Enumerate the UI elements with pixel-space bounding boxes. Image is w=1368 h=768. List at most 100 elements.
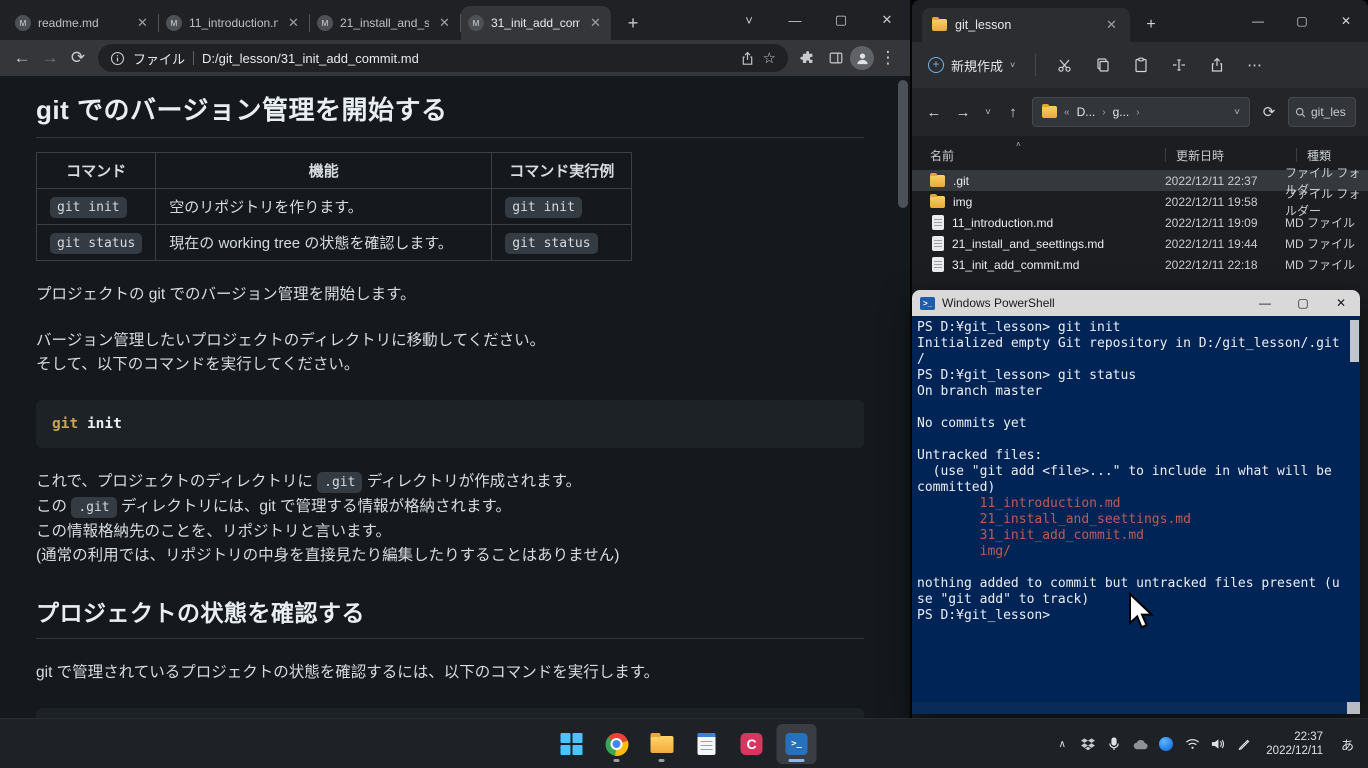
chevron-down-icon[interactable]: ˅ — [1234, 107, 1240, 118]
chrome-icon — [605, 733, 628, 756]
console-line: PS D:¥git_lesson> git status — [917, 368, 1344, 384]
clock-date: 2022/12/11 — [1266, 744, 1323, 758]
console-output[interactable]: PS D:¥git_lesson> git init Initialized e… — [912, 316, 1360, 714]
reload-icon[interactable]: ⟳ — [64, 44, 92, 72]
inline-code: git init — [50, 197, 127, 218]
close-button[interactable]: ✕ — [864, 0, 910, 40]
tab-search-button[interactable]: ˅ — [726, 0, 772, 40]
close-button[interactable]: ✕ — [1322, 290, 1360, 316]
chevron-right-icon: › — [1136, 107, 1139, 118]
minimize-button[interactable]: — — [772, 0, 818, 40]
wifi-icon[interactable] — [1184, 738, 1200, 750]
volume-icon[interactable] — [1210, 738, 1226, 750]
dropbox-icon[interactable] — [1080, 738, 1096, 751]
side-panel-icon[interactable] — [822, 44, 850, 72]
maximize-button[interactable]: ▢ — [1284, 290, 1322, 316]
paragraph: git で管理されているプロジェクトの状態を確認するには、以下のコマンドを実行し… — [36, 661, 864, 685]
chevron-down-icon[interactable]: ˅ — [982, 107, 994, 118]
taskbar-chrome-icon[interactable] — [597, 724, 637, 764]
taskbar-notepad-icon[interactable] — [687, 724, 727, 764]
tab-close-icon[interactable]: ✕ — [587, 15, 604, 32]
taskbar-clock[interactable]: 22:37 2022/12/11 — [1266, 730, 1323, 758]
column-header-type[interactable]: 種類 — [1307, 147, 1368, 164]
mic-icon[interactable] — [1106, 737, 1122, 751]
cut-icon[interactable] — [1056, 56, 1074, 74]
browser-menu-icon[interactable]: ⋮ — [874, 44, 902, 72]
back-icon[interactable]: ← — [924, 104, 944, 121]
console-line — [917, 432, 1344, 448]
page-info-icon[interactable] — [110, 51, 125, 66]
console-line — [917, 400, 1344, 416]
taskbar-powershell-icon[interactable]: >_ — [777, 724, 817, 764]
search-text: git_les — [1311, 105, 1346, 119]
scrollbar-thumb[interactable] — [898, 80, 908, 208]
bookmark-star-icon[interactable]: ☆ — [763, 49, 776, 67]
table-cell-text: 現在の working tree の状態を確認します。 — [169, 235, 453, 252]
explorer-tab[interactable]: git_lesson ✕ — [922, 8, 1130, 42]
file-row-introduction[interactable]: 11_introduction.md 2022/12/11 19:09 MD フ… — [912, 212, 1368, 233]
column-header-name[interactable]: 名前 — [930, 147, 1165, 164]
tab-close-icon[interactable]: ✕ — [1103, 17, 1120, 34]
inline-code: .git — [71, 497, 116, 518]
rename-icon[interactable] — [1170, 56, 1188, 74]
copy-icon[interactable] — [1094, 56, 1112, 74]
file-row-init-add-commit[interactable]: 31_init_add_commit.md 2022/12/11 22:18 M… — [912, 254, 1368, 275]
console-line: nothing added to commit but untracked fi… — [917, 576, 1344, 592]
refresh-icon[interactable]: ⟳ — [1259, 103, 1279, 121]
cloud-icon[interactable] — [1132, 739, 1148, 750]
breadcrumb[interactable]: « D... › g... › ˅ — [1032, 97, 1250, 127]
minimize-button[interactable]: — — [1236, 0, 1280, 42]
breadcrumb-overflow-icon[interactable]: « — [1064, 107, 1070, 118]
desktop: M readme.md ✕ M 11_introduction.md ✕ M 2… — [0, 0, 1368, 768]
new-tab-button[interactable]: + — [619, 9, 647, 37]
taskbar-explorer-icon[interactable] — [642, 724, 682, 764]
new-item-button[interactable]: + 新規作成 ˅ — [928, 56, 1015, 75]
browser-tab-introduction[interactable]: M 11_introduction.md ✕ — [159, 6, 309, 40]
page-scrollbar[interactable] — [898, 80, 908, 712]
markdown-favicon: M — [166, 15, 182, 31]
paragraph: バージョン管理したいプロジェクトのディレクトリに移動してください。 そして、以下… — [36, 329, 864, 377]
tab-close-icon[interactable]: ✕ — [436, 15, 453, 32]
browser-tab-readme[interactable]: M readme.md ✕ — [8, 6, 158, 40]
hidden-icons-chevron[interactable]: ∧ — [1054, 739, 1070, 750]
column-header-modified[interactable]: 更新日時 — [1176, 147, 1296, 164]
back-icon[interactable]: ← — [8, 44, 36, 72]
breadcrumb-segment[interactable]: D... — [1077, 105, 1096, 119]
tab-title: 11_introduction.md — [189, 16, 278, 30]
minimize-button[interactable]: — — [1246, 290, 1284, 316]
taskbar-clipchamp-icon[interactable]: C — [732, 724, 772, 764]
powershell-titlebar[interactable]: >_ Windows PowerShell — ▢ ✕ — [912, 290, 1360, 316]
close-button[interactable]: ✕ — [1324, 0, 1368, 42]
forward-icon[interactable]: → — [953, 104, 973, 121]
explorer-new-tab-button[interactable]: + — [1138, 12, 1164, 38]
tab-close-icon[interactable]: ✕ — [285, 15, 302, 32]
breadcrumb-segment[interactable]: g... — [1113, 105, 1130, 119]
address-bar[interactable]: ファイル D:/git_lesson/31_init_add_commit.md… — [98, 44, 788, 72]
paste-icon[interactable] — [1132, 56, 1150, 74]
maximize-button[interactable]: ▢ — [1280, 0, 1324, 42]
extensions-puzzle-icon[interactable] — [794, 44, 822, 72]
share-icon[interactable] — [740, 51, 755, 66]
start-button[interactable] — [552, 724, 592, 764]
search-input[interactable]: git_les — [1288, 97, 1356, 127]
file-row-img[interactable]: img 2022/12/11 19:58 ファイル フォルダー — [912, 191, 1368, 212]
browser-toolbar: ← → ⟳ ファイル D:/git_lesson/31_init_add_com… — [0, 40, 910, 76]
code-block-git-status: git status — [36, 708, 864, 718]
ime-indicator[interactable]: あ — [1341, 735, 1354, 754]
share-icon[interactable] — [1208, 56, 1226, 74]
profile-avatar[interactable] — [850, 46, 874, 70]
inline-code: git init — [505, 197, 582, 218]
tab-close-icon[interactable]: ✕ — [134, 15, 151, 32]
more-options-icon[interactable]: ⋯ — [1246, 56, 1264, 74]
maximize-button[interactable]: ▢ — [818, 0, 864, 40]
taskbar-center-icons: C >_ — [552, 719, 817, 768]
file-row-install[interactable]: 21_install_and_seettings.md 2022/12/11 1… — [912, 233, 1368, 254]
forward-icon[interactable]: → — [36, 44, 64, 72]
blue-app-icon[interactable] — [1158, 737, 1174, 751]
console-horizontal-scrollbar[interactable] — [912, 702, 1347, 714]
browser-tab-install[interactable]: M 21_install_and_seettings.md ✕ — [310, 6, 460, 40]
up-icon[interactable]: ↑ — [1003, 104, 1023, 121]
browser-tab-init-add-commit[interactable]: M 31_init_add_commit.md ✕ — [461, 6, 611, 40]
console-scrollbar-thumb[interactable] — [1350, 320, 1359, 362]
pen-icon[interactable] — [1236, 738, 1252, 750]
